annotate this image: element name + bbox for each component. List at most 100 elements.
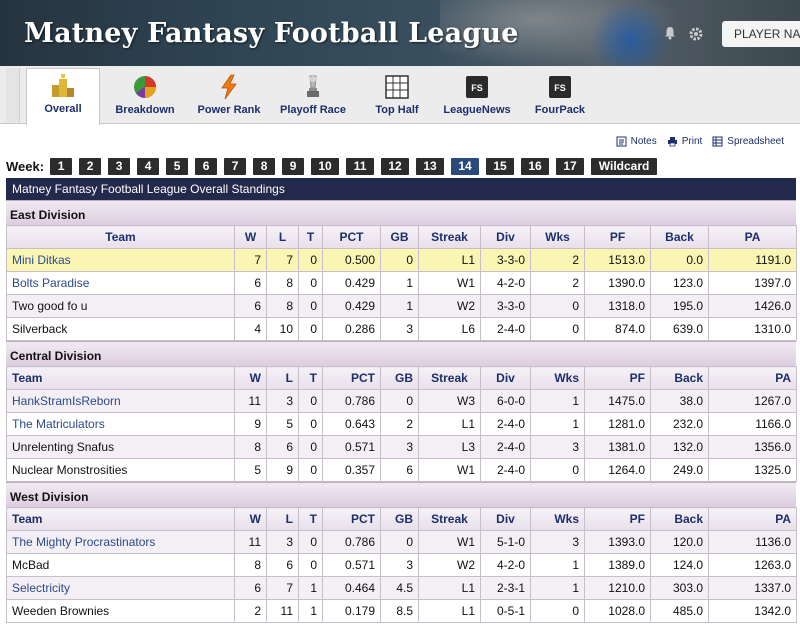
column-header-pf[interactable]: PF xyxy=(584,225,651,249)
column-header-streak[interactable]: Streak xyxy=(418,507,481,531)
team-link[interactable]: Bolts Paradise xyxy=(12,276,89,290)
week-button-13[interactable]: 13 xyxy=(416,157,445,175)
column-header-wks[interactable]: Wks xyxy=(530,507,585,531)
column-header-w[interactable]: W xyxy=(234,225,267,249)
cell-w: 6 xyxy=(234,294,267,318)
gear-icon[interactable] xyxy=(688,26,704,45)
column-header-l[interactable]: L xyxy=(266,366,299,390)
column-header-pf[interactable]: PF xyxy=(584,507,651,531)
column-header-gb[interactable]: GB xyxy=(380,366,419,390)
week-button-5[interactable]: 5 xyxy=(166,157,189,175)
cell-w: 8 xyxy=(234,553,267,577)
team-cell: McBad xyxy=(6,553,235,577)
cell-div: 2-4-0 xyxy=(480,317,531,341)
week-button-1[interactable]: 1 xyxy=(50,157,73,175)
week-button-11[interactable]: 11 xyxy=(346,157,375,175)
week-button-wildcard[interactable]: Wildcard xyxy=(591,157,658,175)
column-header-team[interactable]: Team xyxy=(6,366,235,390)
player-search-input[interactable]: PLAYER NA xyxy=(722,21,800,47)
team-link[interactable]: Selectricity xyxy=(12,581,70,595)
week-selector: Week: 1 2 3 4 5 6 7 8 9 10 11 12 13 14 1… xyxy=(6,157,664,175)
cell-pf: 1390.0 xyxy=(584,271,651,295)
print-link[interactable]: Print xyxy=(667,136,702,147)
week-button-10[interactable]: 10 xyxy=(311,157,340,175)
bell-icon[interactable] xyxy=(663,26,677,43)
team-link[interactable]: HankStramIsReborn xyxy=(12,394,121,408)
column-header-pf[interactable]: PF xyxy=(584,366,651,390)
cell-w: 6 xyxy=(234,271,267,295)
column-header-pa[interactable]: PA xyxy=(708,366,797,390)
column-header-gb[interactable]: GB xyxy=(380,225,419,249)
cell-wks: 3 xyxy=(530,435,585,459)
team-cell: Two good fo u xyxy=(6,294,235,318)
column-header-pa[interactable]: PA xyxy=(708,225,797,249)
column-header-t[interactable]: T xyxy=(298,225,323,249)
notes-link[interactable]: Notes xyxy=(616,136,657,147)
top-half-icon xyxy=(384,74,410,100)
column-header-l[interactable]: L xyxy=(266,225,299,249)
tab-breakdown[interactable]: Breakdown xyxy=(108,70,182,123)
column-header-team[interactable]: Team xyxy=(6,225,235,249)
cell-pct: 0.286 xyxy=(322,317,381,341)
column-header-team[interactable]: Team xyxy=(6,507,235,531)
column-header-wks[interactable]: Wks xyxy=(530,225,585,249)
cell-wks: 0 xyxy=(530,599,585,623)
week-button-7[interactable]: 7 xyxy=(224,157,247,175)
team-link[interactable]: The Matriculators xyxy=(12,417,105,431)
cell-t: 0 xyxy=(298,435,323,459)
week-button-2[interactable]: 2 xyxy=(79,157,102,175)
week-button-14[interactable]: 14 xyxy=(451,157,480,175)
column-header-pct[interactable]: PCT xyxy=(322,507,381,531)
team-link[interactable]: The Mighty Procrastinators xyxy=(12,535,155,549)
column-header-streak[interactable]: Streak xyxy=(418,366,481,390)
column-header-t[interactable]: T xyxy=(298,507,323,531)
week-button-12[interactable]: 12 xyxy=(381,157,410,175)
column-header-div[interactable]: Div xyxy=(480,225,531,249)
tab-overall[interactable]: Overall xyxy=(26,68,100,125)
column-header-back[interactable]: Back xyxy=(650,225,709,249)
week-button-8[interactable]: 8 xyxy=(253,157,276,175)
tab-top-half[interactable]: Top Half xyxy=(362,70,432,123)
column-header-streak[interactable]: Streak xyxy=(418,225,481,249)
cell-pct: 0.500 xyxy=(322,248,381,272)
week-button-15[interactable]: 15 xyxy=(486,157,515,175)
site-title: Matney Fantasy Football League xyxy=(24,18,519,49)
print-icon xyxy=(667,137,677,147)
cell-back: 120.0 xyxy=(650,530,709,554)
week-button-4[interactable]: 4 xyxy=(137,157,160,175)
column-header-pct[interactable]: PCT xyxy=(322,366,381,390)
column-header-pct[interactable]: PCT xyxy=(322,225,381,249)
column-header-t[interactable]: T xyxy=(298,366,323,390)
week-button-6[interactable]: 6 xyxy=(195,157,218,175)
spreadsheet-link[interactable]: Spreadsheet xyxy=(712,136,784,147)
notes-icon xyxy=(616,136,627,147)
cell-pf: 1318.0 xyxy=(584,294,651,318)
column-header-gb[interactable]: GB xyxy=(380,507,419,531)
division-block: East Division Team W L T PCT GB Streak Div Wks PF B… xyxy=(6,200,797,341)
cell-pf: 1475.0 xyxy=(584,389,651,413)
column-header-wks[interactable]: Wks xyxy=(530,366,585,390)
column-header-l[interactable]: L xyxy=(266,507,299,531)
cell-w: 11 xyxy=(234,389,267,413)
column-header-div[interactable]: Div xyxy=(480,366,531,390)
column-header-w[interactable]: W xyxy=(234,366,267,390)
tab-fourpack[interactable]: FS FourPack xyxy=(524,70,596,123)
tab-power-rank[interactable]: Power Rank xyxy=(190,70,268,123)
team-link[interactable]: Mini Ditkas xyxy=(12,253,71,267)
column-header-w[interactable]: W xyxy=(234,507,267,531)
tab-scroll-handle[interactable] xyxy=(6,68,20,122)
column-header-pa[interactable]: PA xyxy=(708,507,797,531)
week-button-16[interactable]: 16 xyxy=(521,157,550,175)
week-button-9[interactable]: 9 xyxy=(282,157,305,175)
cell-t: 0 xyxy=(298,458,323,482)
cell-pct: 0.179 xyxy=(322,599,381,623)
week-button-3[interactable]: 3 xyxy=(108,157,131,175)
week-button-17[interactable]: 17 xyxy=(556,157,585,175)
column-header-back[interactable]: Back xyxy=(650,507,709,531)
column-header-back[interactable]: Back xyxy=(650,366,709,390)
tab-league-news[interactable]: FS LeagueNews xyxy=(438,70,516,123)
column-header-div[interactable]: Div xyxy=(480,507,531,531)
tab-playoff-race[interactable]: Playoff Race xyxy=(276,70,350,123)
cell-gb: 0 xyxy=(380,248,419,272)
cell-l: 6 xyxy=(266,553,299,577)
